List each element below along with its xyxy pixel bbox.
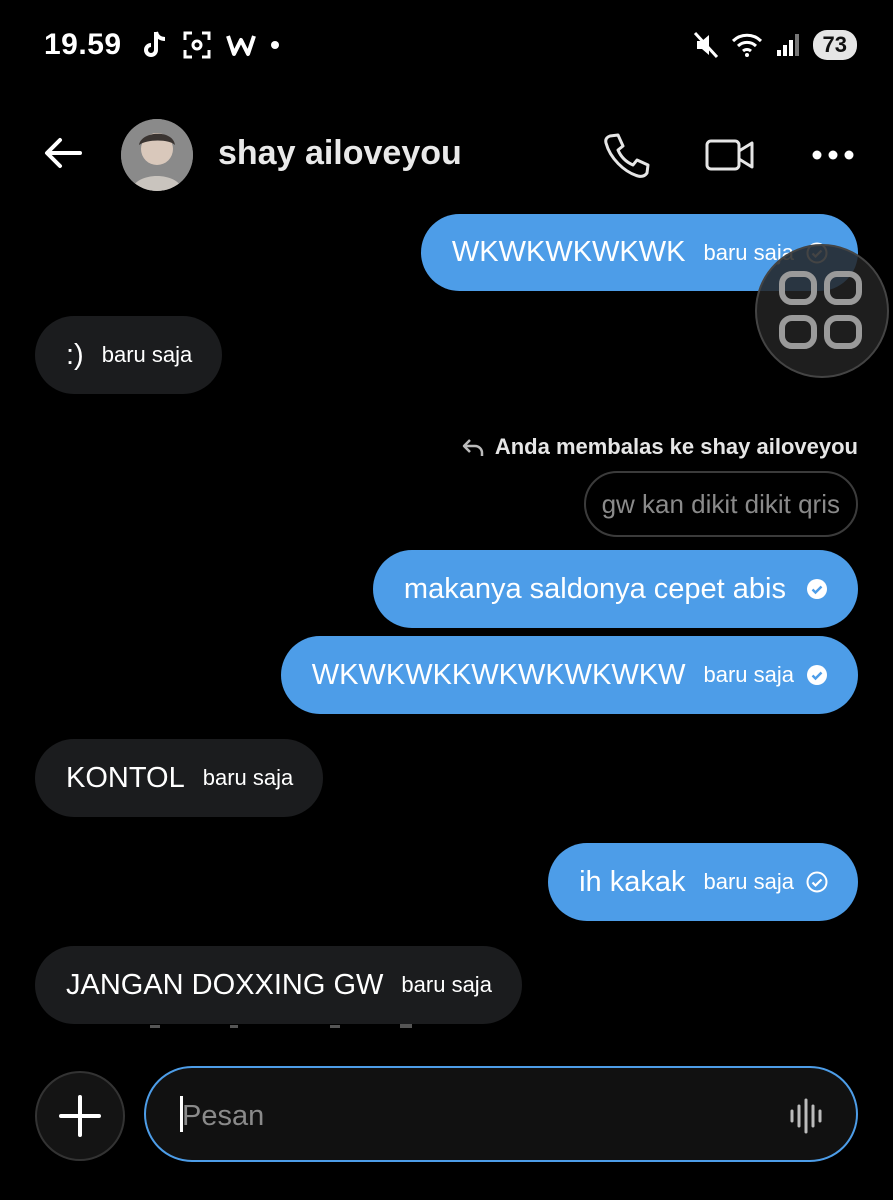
- message-time: baru saja: [202, 765, 294, 790]
- message-text: :): [66, 338, 84, 371]
- contact-name[interactable]: shay ailoveyou: [218, 134, 462, 173]
- phone-icon[interactable]: [600, 130, 650, 180]
- back-arrow-icon[interactable]: [40, 130, 86, 176]
- reply-arrow-icon: [462, 439, 484, 456]
- reply-hint-text: Anda membalas ke shay ailoveyou: [494, 434, 858, 459]
- read-check-icon: [807, 579, 827, 599]
- more-icon[interactable]: [808, 130, 858, 180]
- status-left-icons: [142, 30, 280, 60]
- message-bubble-in[interactable]: :) baru saja: [35, 316, 223, 394]
- w-app-icon: [226, 35, 256, 56]
- signal-icon: [776, 34, 799, 56]
- message-bubble-in[interactable]: JANGAN DOXXING GW baru saja: [35, 946, 522, 1024]
- message-text: WKWKWKKWKWKWKWKW: [311, 658, 686, 691]
- message-time: baru saja: [101, 342, 193, 367]
- wifi-icon: [731, 33, 762, 57]
- add-attachment-button[interactable]: [35, 1071, 125, 1161]
- message-text: KONTOL: [66, 761, 185, 794]
- mute-icon: [693, 31, 718, 59]
- grid-icon: [779, 271, 862, 349]
- read-check-icon: [807, 665, 827, 685]
- message-bubble-out[interactable]: WKWKWKKWKWKWKWKW baru saja: [280, 636, 858, 714]
- reply-hint: Anda membalas ke shay ailoveyou: [461, 434, 858, 460]
- message-time: baru saja: [703, 662, 794, 687]
- plus-icon: [59, 1095, 101, 1137]
- message-bubble-in[interactable]: KONTOL baru saja: [35, 739, 324, 817]
- message-composer[interactable]: [144, 1066, 858, 1162]
- scroll-fade-artifact: [150, 1024, 412, 1028]
- sent-check-icon: [806, 871, 828, 893]
- tiktok-icon: [144, 31, 166, 57]
- battery-indicator: 73: [812, 30, 857, 60]
- quoted-message[interactable]: gw kan dikit dikit qris: [583, 471, 858, 537]
- message-time: baru saja: [703, 869, 794, 894]
- avatar[interactable]: [121, 119, 193, 191]
- message-bubble-out[interactable]: makanya saldonya cepet abis: [372, 550, 858, 628]
- message-text: JANGAN DOXXING GW: [66, 968, 384, 1001]
- message-text: makanya saldonya cepet abis: [403, 572, 786, 605]
- message-bubble-out[interactable]: ih kakak baru saja: [548, 843, 858, 921]
- floating-apps-button[interactable]: [755, 244, 889, 378]
- dot-icon: [271, 41, 279, 49]
- status-time: 19.59: [44, 28, 122, 61]
- screen-capture-icon: [183, 31, 211, 59]
- status-right-icons: 73: [693, 30, 857, 60]
- message-time: baru saja: [401, 972, 492, 997]
- message-input[interactable]: [180, 1090, 784, 1142]
- video-call-icon[interactable]: [705, 130, 755, 180]
- message-text: ih kakak: [579, 865, 686, 898]
- message-text: WKWKWKWKWK: [451, 236, 686, 268]
- text-cursor: [180, 1096, 183, 1132]
- voice-message-icon[interactable]: [788, 1096, 828, 1136]
